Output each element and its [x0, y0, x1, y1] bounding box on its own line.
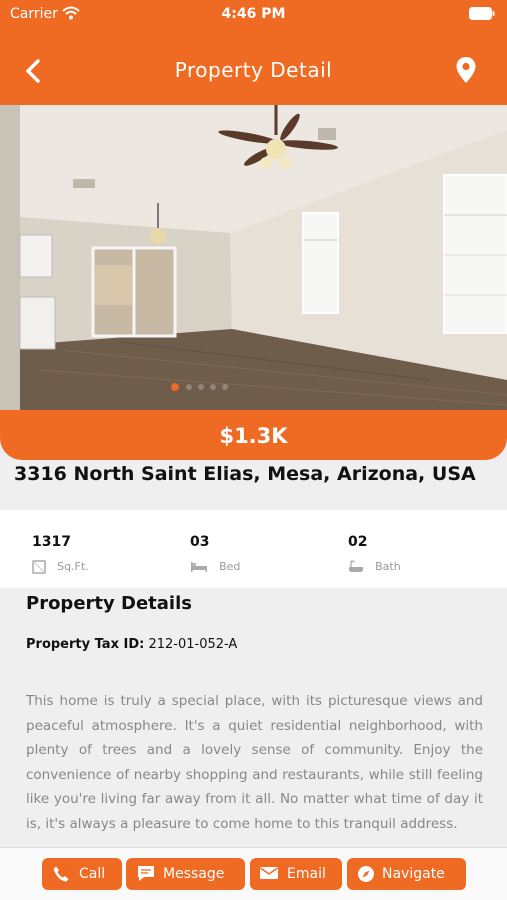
carousel-dot — [198, 384, 204, 390]
stat-bath: 02 Bath — [348, 534, 401, 574]
tax-id-row: Property Tax ID: 212-01-052-A — [26, 637, 237, 652]
bed-value: 03 — [190, 534, 210, 550]
status-time: 4:46 PM — [221, 6, 286, 22]
sqft-value: 1317 — [32, 534, 71, 550]
sqft-label: Sq.Ft. — [57, 560, 89, 573]
carousel-dots[interactable] — [0, 378, 507, 391]
stat-sqft: 1317 Sq.Ft. — [32, 534, 89, 574]
bed-icon — [191, 561, 207, 572]
bath-value: 02 — [348, 534, 368, 550]
compass-icon — [358, 866, 374, 882]
navigate-button[interactable]: Navigate — [347, 858, 466, 890]
location-pin-icon[interactable] — [455, 56, 477, 84]
battery-icon — [469, 7, 495, 20]
bed-label: Bed — [219, 560, 241, 573]
bath-label: Bath — [375, 560, 401, 573]
tax-id-value: 212-01-052-A — [148, 637, 238, 652]
carousel-dot — [210, 384, 216, 390]
section-heading: Property Details — [26, 593, 192, 614]
page-title: Property Detail — [174, 58, 333, 82]
price-value: $1.3K — [219, 424, 288, 448]
stat-bed: 03 Bed — [190, 534, 240, 574]
property-photo[interactable] — [0, 105, 507, 410]
message-label: Message — [163, 866, 225, 882]
property-address: 3316 North Saint Elias, Mesa, Arizona, U… — [14, 463, 476, 485]
carousel-dot — [186, 384, 192, 390]
header: Carrier 4:46 PM Property Detail — [0, 0, 507, 105]
call-button[interactable]: Call — [42, 858, 122, 890]
action-bar: Call Message Email Navigate — [0, 847, 507, 900]
bathtub-icon — [349, 559, 363, 572]
price-banner: $1.3K — [0, 410, 507, 460]
email-button[interactable]: Email — [250, 858, 342, 890]
phone-icon — [53, 866, 69, 882]
tax-id-label: Property Tax ID: — [26, 637, 145, 652]
property-description: This home is truly a special place, with… — [26, 693, 483, 832]
room-image — [0, 105, 507, 410]
nav-bar: Property Detail — [0, 40, 507, 102]
status-bar: Carrier 4:46 PM — [0, 0, 507, 30]
chat-bubble-icon — [138, 866, 154, 881]
navigate-label: Navigate — [382, 866, 445, 882]
call-label: Call — [79, 866, 106, 882]
area-icon — [32, 559, 46, 574]
carousel-dot — [222, 384, 228, 390]
email-label: Email — [287, 866, 326, 882]
carousel-dot-active — [171, 383, 179, 391]
envelope-icon — [260, 867, 278, 879]
property-stats: 1317 Sq.Ft. 03 Bed 02 Bath — [0, 510, 507, 588]
message-button[interactable]: Message — [126, 858, 245, 890]
